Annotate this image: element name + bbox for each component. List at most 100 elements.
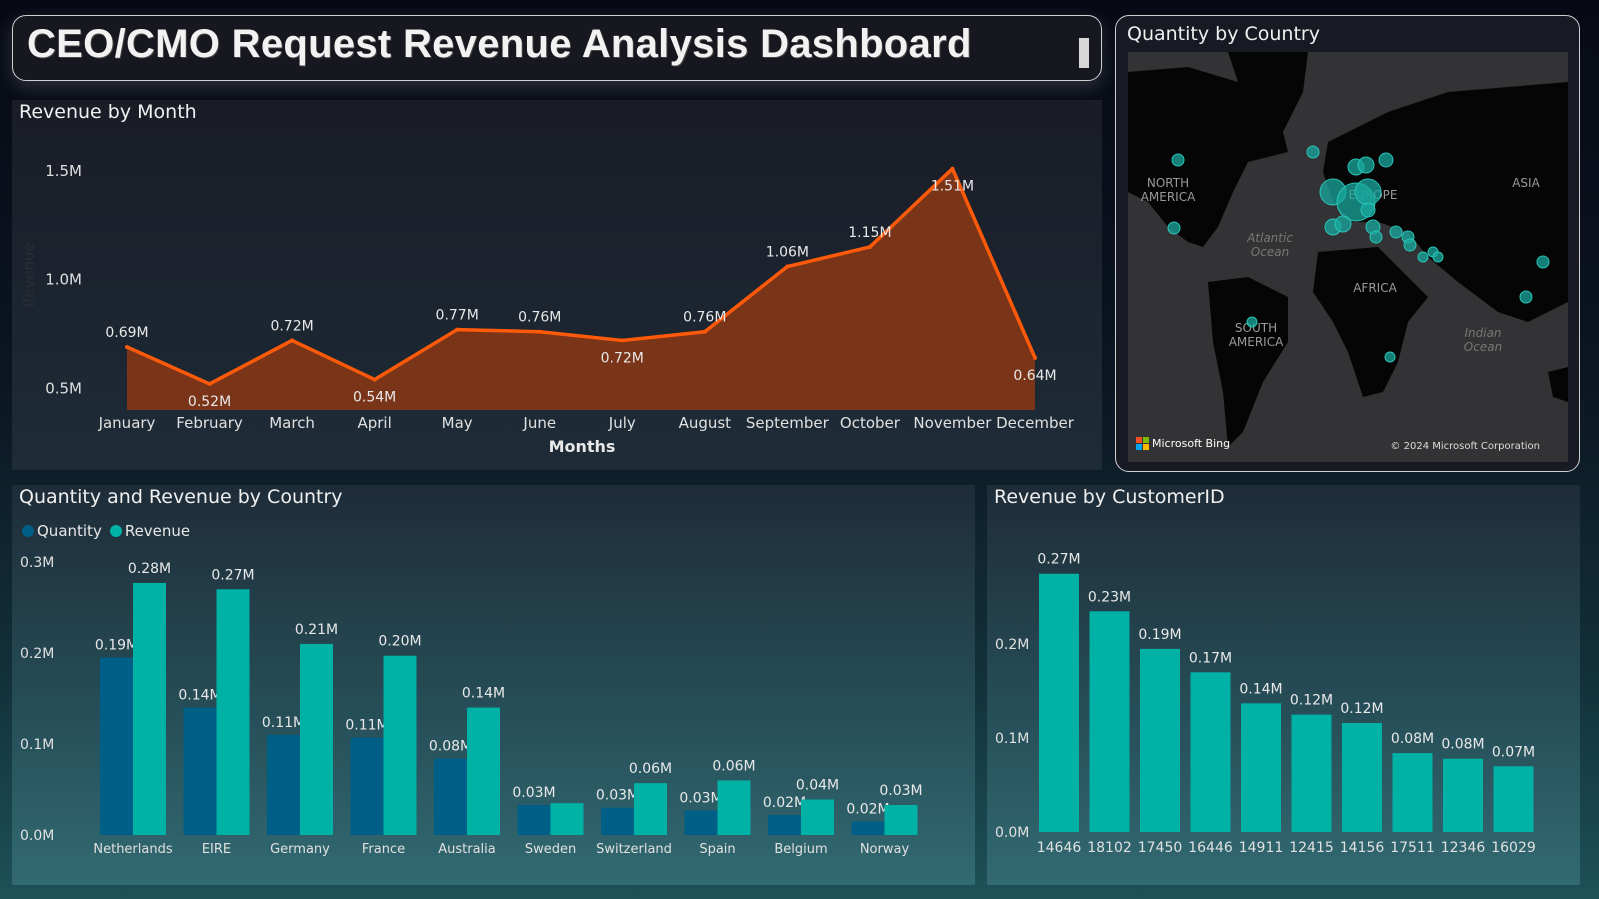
data-point[interactable] — [455, 327, 460, 332]
customer-revenue-bar[interactable] — [1291, 714, 1332, 832]
country-bubble[interactable] — [1171, 153, 1185, 167]
x-tick-label: May — [442, 414, 473, 432]
customer-revenue-bar[interactable] — [1039, 573, 1079, 832]
data-point[interactable] — [372, 377, 377, 382]
data-label: 1.06M — [766, 245, 809, 261]
world-map[interactable]: NORTHAMERICAEUROPEASIAAFRICASOUTHAMERICA… — [1128, 52, 1568, 462]
customer-revenue-bar[interactable] — [1443, 758, 1483, 832]
x-tick-label: September — [746, 414, 830, 432]
map-label: ASIA — [1512, 176, 1540, 190]
revenue-bar[interactable] — [550, 803, 584, 835]
revenue-bar[interactable] — [216, 589, 250, 835]
data-point[interactable] — [620, 338, 625, 343]
customer-revenue-bar[interactable] — [1140, 648, 1180, 832]
quantity-bar[interactable] — [434, 758, 467, 835]
customer-revenue-bar[interactable] — [1493, 766, 1534, 832]
revenue-by-month-chart[interactable]: 0.5M 1.0M 1.5M Revenue 0.69M January 0.52M Febr… — [12, 100, 1102, 470]
y-axis-title: Revenue — [20, 242, 38, 307]
data-point[interactable] — [537, 329, 542, 334]
quantity-revenue-by-country-panel[interactable]: Quantity and Revenue by Country Quantity… — [12, 485, 975, 885]
country-bubble[interactable] — [1519, 290, 1533, 304]
revenue-by-month-panel[interactable]: Revenue by Month 0.5M 1.0M 1.5M Revenue 0.69… — [12, 100, 1102, 470]
map-label: Ocean — [1251, 245, 1289, 259]
country-bubble[interactable] — [1378, 152, 1394, 168]
country-bubble[interactable] — [1306, 145, 1320, 159]
x-tick-label: Germany — [270, 842, 330, 857]
map-canvas[interactable]: NORTHAMERICAEUROPEASIAAFRICASOUTHAMERICA… — [1128, 52, 1568, 462]
bing-attribution: Microsoft Bing — [1136, 437, 1230, 450]
country-bubble[interactable] — [1246, 316, 1258, 328]
data-label: 0.08M — [1441, 737, 1484, 753]
customer-revenue-bar[interactable] — [1190, 672, 1231, 832]
y-tick-label: 0.5M — [45, 379, 82, 397]
customer-revenue-bar[interactable] — [1241, 703, 1281, 832]
customer-revenue-bar[interactable] — [1089, 611, 1130, 832]
quantity-bar[interactable] — [851, 821, 885, 835]
y-tick-label: 0.0M — [20, 828, 54, 844]
revenue-bar[interactable] — [467, 707, 500, 835]
y-tick-label: 1.5M — [45, 162, 82, 180]
country-bubble[interactable] — [1354, 178, 1382, 206]
data-label: 0.19M — [95, 638, 138, 654]
revenue-bar[interactable] — [133, 582, 166, 835]
revenue-bar[interactable] — [801, 799, 834, 835]
data-point[interactable] — [125, 344, 129, 349]
revenue-bar[interactable] — [634, 783, 667, 835]
country-bubble[interactable] — [1167, 221, 1181, 235]
data-label: 0.23M — [1088, 589, 1131, 605]
quantity-bar[interactable] — [517, 804, 551, 835]
country-bubble[interactable] — [1369, 230, 1383, 244]
revenue-by-customer-panel[interactable]: Revenue by CustomerID 0.0M 0.1M 0.2M 0.27M 1… — [987, 485, 1580, 885]
country-bubble[interactable] — [1432, 251, 1444, 263]
data-label: 1.51M — [931, 179, 974, 195]
x-tick-label: Sweden — [525, 842, 576, 857]
x-tick-label: November — [913, 414, 992, 432]
customer-bar-chart[interactable]: 0.0M 0.1M 0.2M 0.27M 14646 0.23M 18102 0.19M 174… — [987, 485, 1580, 885]
dashboard-title-box: CEO/CMO Request Revenue Analysis Dashboa… — [12, 15, 1102, 81]
country-bubble[interactable] — [1357, 156, 1375, 174]
country-bubble[interactable] — [1417, 251, 1429, 263]
data-point[interactable] — [867, 244, 872, 249]
data-label: 0.64M — [1013, 368, 1056, 384]
x-tick-label: July — [608, 414, 636, 432]
dashboard-title: CEO/CMO Request Revenue Analysis Dashboa… — [27, 22, 972, 66]
country-bubble[interactable] — [1389, 225, 1403, 239]
country-bubble[interactable] — [1536, 255, 1550, 269]
data-label: 0.06M — [712, 758, 755, 774]
country-bar-chart[interactable]: 0.0M 0.1M 0.2M 0.3M 0.19M 0.28M Netherlands 0.1… — [12, 485, 975, 885]
revenue-bar[interactable] — [884, 804, 918, 835]
data-label: 0.76M — [683, 310, 726, 326]
quantity-bar[interactable] — [267, 734, 300, 835]
area-fill — [127, 168, 1035, 410]
data-label: 0.12M — [1290, 693, 1333, 709]
x-tick-label: Norway — [860, 842, 910, 857]
quantity-bar[interactable] — [183, 707, 217, 835]
revenue-bar[interactable] — [383, 655, 417, 835]
map-copyright: © 2024 Microsoft Corporation — [1390, 441, 1540, 452]
revenue-bar[interactable] — [717, 780, 751, 835]
data-point[interactable] — [702, 329, 707, 334]
customer-revenue-bar[interactable] — [1392, 753, 1433, 832]
quantity-by-country-map-panel[interactable]: Quantity by Country NORTHAMERICAEUROPEAS… — [1115, 15, 1580, 472]
x-tick-label: April — [357, 414, 391, 432]
data-point[interactable] — [1033, 355, 1037, 360]
quantity-bar[interactable] — [684, 810, 718, 835]
data-point[interactable] — [950, 166, 955, 171]
revenue-bar[interactable] — [300, 643, 333, 835]
country-bubble[interactable] — [1334, 215, 1352, 233]
quantity-bar[interactable] — [100, 657, 133, 835]
customer-revenue-bar[interactable] — [1342, 723, 1382, 832]
map-label: NORTH — [1147, 176, 1189, 190]
quantity-bar[interactable] — [350, 737, 384, 835]
data-point[interactable] — [207, 381, 212, 386]
country-bubble[interactable] — [1403, 238, 1417, 252]
data-label: 0.03M — [679, 790, 722, 806]
country-bubble[interactable] — [1360, 202, 1376, 218]
quantity-bar[interactable] — [768, 814, 801, 835]
bing-label: Microsoft Bing — [1152, 437, 1231, 450]
map-label: AMERICA — [1141, 190, 1196, 204]
data-point[interactable] — [290, 338, 295, 343]
country-bubble[interactable] — [1384, 351, 1396, 363]
quantity-bar[interactable] — [601, 807, 634, 835]
data-point[interactable] — [785, 264, 790, 269]
